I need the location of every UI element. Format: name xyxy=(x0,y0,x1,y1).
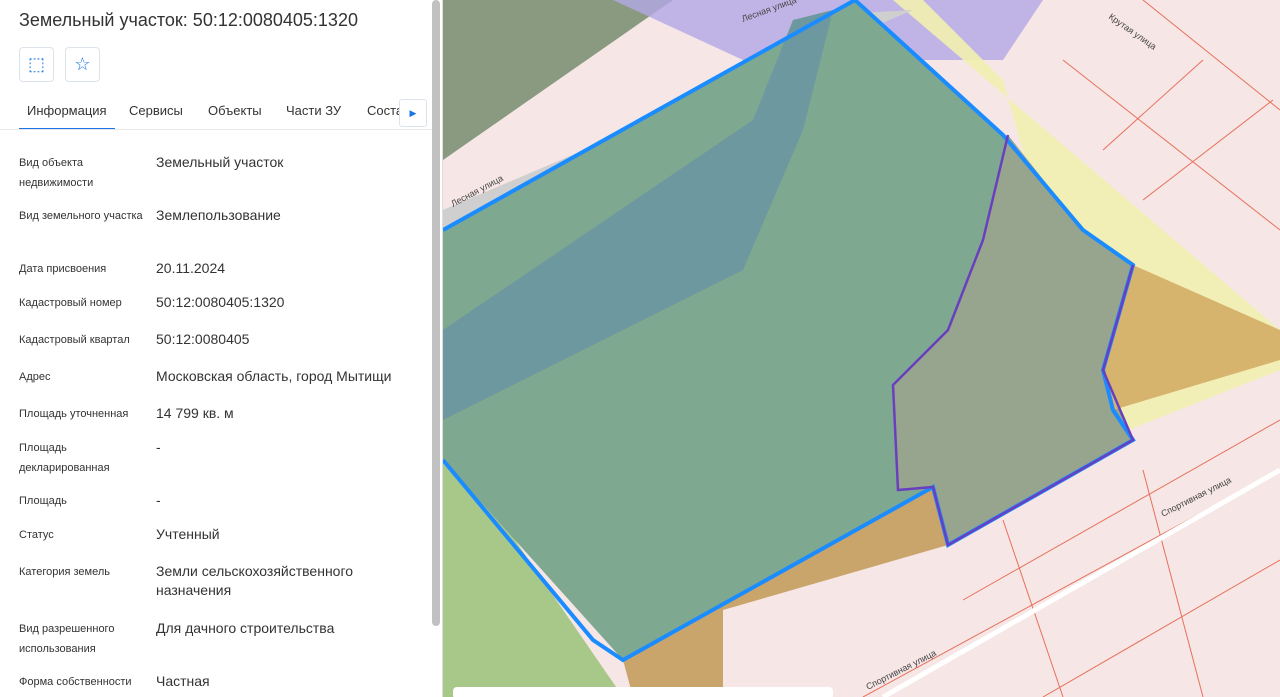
field-value: 50:12:0080405 xyxy=(156,331,250,347)
field-value: Земли сельскохозяйственного назначения xyxy=(156,563,354,598)
tabs: Информация Сервисы Объекты Части ЗУ Сост… xyxy=(0,96,432,130)
field-value: Для дачного строительства xyxy=(156,620,335,636)
tab-info[interactable]: Информация xyxy=(19,103,115,129)
tabs-next-button[interactable]: ▶ xyxy=(399,99,427,127)
field-label: Кадастровый номер xyxy=(19,297,122,309)
tab-objects[interactable]: Объекты xyxy=(208,103,262,118)
field-value: Землепользование xyxy=(156,207,281,223)
tab-services[interactable]: Сервисы xyxy=(129,103,183,118)
select-zoom-button[interactable]: ⬚ xyxy=(19,47,54,82)
tab-parts[interactable]: Части ЗУ xyxy=(286,103,341,118)
star-icon: ☆ xyxy=(74,54,91,74)
map-bottom-card xyxy=(453,687,833,697)
field-value: Частная xyxy=(156,673,210,689)
favorite-button[interactable]: ☆ xyxy=(65,47,100,82)
field-label: Форма собственности xyxy=(19,676,132,688)
field-label: Категория земель xyxy=(19,566,110,578)
field-label: Вид земельного участка xyxy=(19,210,143,222)
field-value: 50:12:0080405:1320 xyxy=(156,294,285,310)
caret-right-icon: ▶ xyxy=(409,107,417,118)
field-value: 14 799 кв. м xyxy=(156,405,234,421)
field-label: Адрес xyxy=(19,371,51,383)
field-label: Площадь уточненная xyxy=(19,408,129,420)
scrollbar[interactable] xyxy=(432,0,440,626)
tab-composition[interactable]: Соста xyxy=(367,103,403,118)
field-value: - xyxy=(156,439,161,455)
field-label: Статус xyxy=(19,529,54,541)
field-value: Учтенный xyxy=(156,526,220,542)
field-label: Вид объекта недвижимости xyxy=(19,157,94,189)
field-label: Площадь декларированная xyxy=(19,442,110,474)
page-title: Земельный участок: 50:12:0080405:1320 xyxy=(19,10,358,30)
field-label: Площадь xyxy=(19,495,67,507)
field-label: Кадастровый квартал xyxy=(19,334,130,346)
map[interactable]: Лесная улица Лесная улица Крутая улица С… xyxy=(443,0,1280,697)
field-value: 20.11.2024 xyxy=(156,260,226,276)
info-panel: Земельный участок: 50:12:0080405:1320 ⬚ … xyxy=(0,0,443,697)
field-value: Московская область, город Мытищи xyxy=(156,368,392,384)
field-label: Вид разрешенного использования xyxy=(19,623,115,655)
field-label: Дата присвоения xyxy=(19,263,107,275)
field-value: - xyxy=(156,492,161,508)
area-search-icon: ⬚ xyxy=(27,54,45,74)
field-value: Земельный участок xyxy=(156,154,284,170)
